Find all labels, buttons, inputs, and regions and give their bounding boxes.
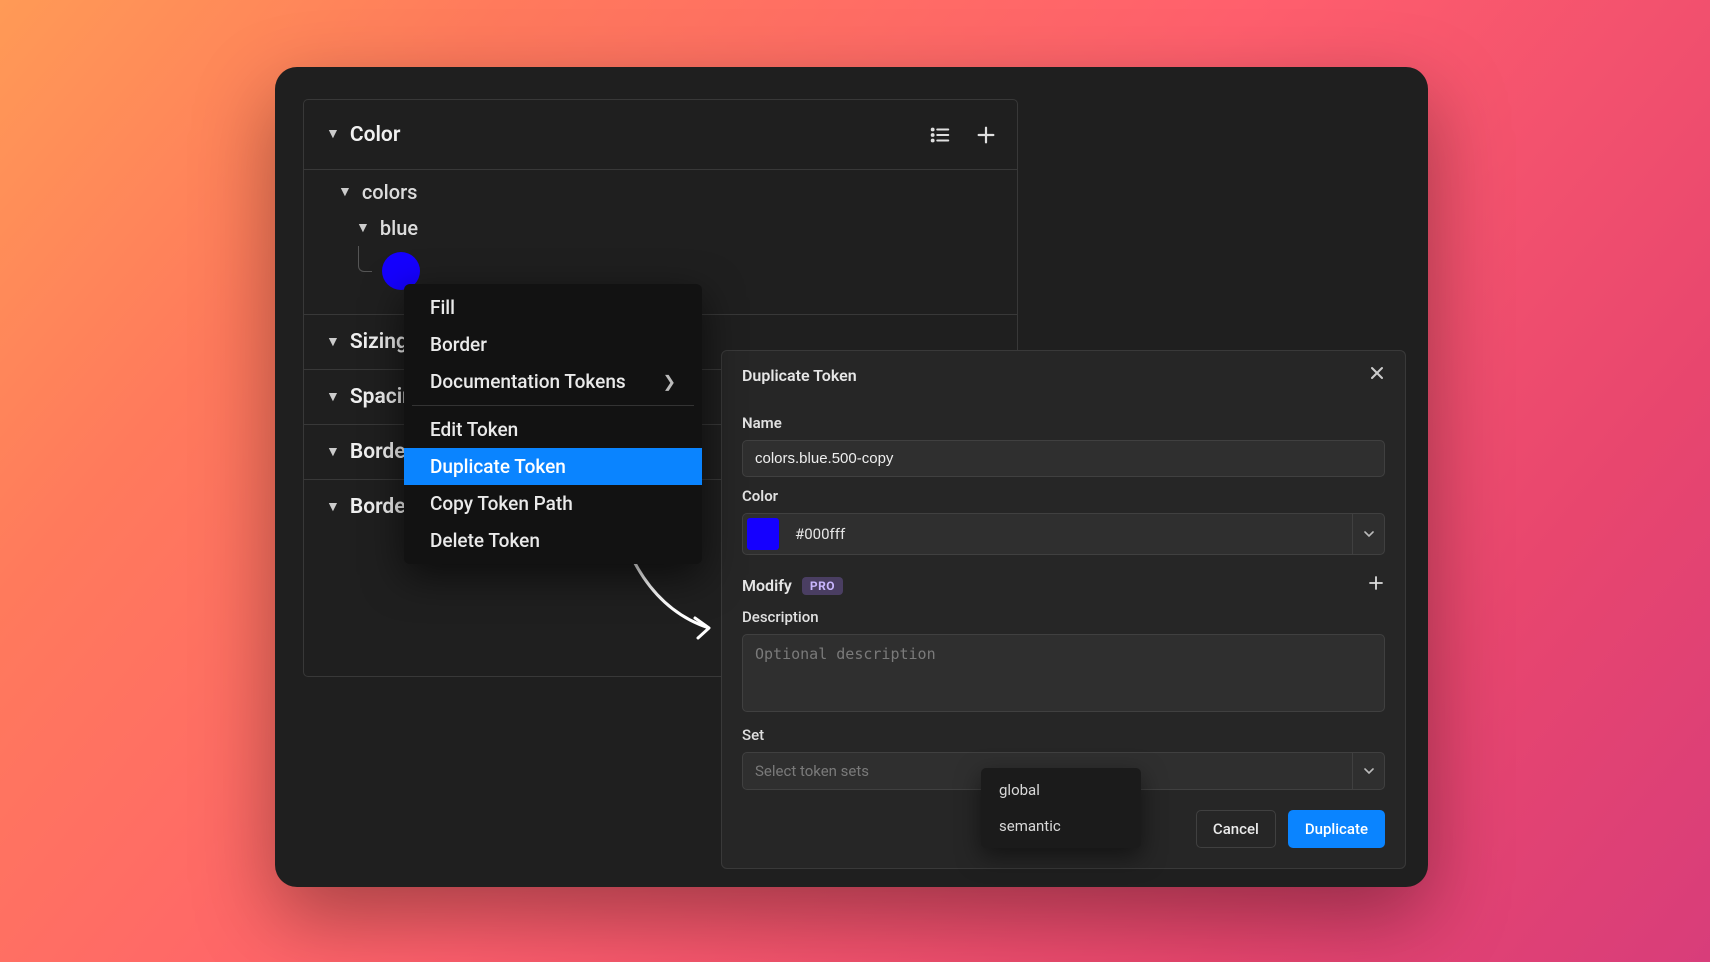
ctx-delete-token[interactable]: Delete Token (404, 522, 702, 559)
chevron-right-icon: ❯ (663, 372, 676, 391)
color-label: Color (742, 487, 1385, 505)
close-icon[interactable] (1369, 365, 1385, 386)
modify-label: Modify (742, 576, 792, 595)
tree-group-blue[interactable]: ▼ blue (326, 210, 995, 246)
modal-title: Duplicate Token (742, 366, 857, 385)
list-view-icon[interactable] (927, 122, 953, 148)
context-menu: Fill Border Documentation Tokens ❯ Edit … (404, 284, 702, 564)
section-label: Sizing (350, 330, 408, 354)
stage: ▼ Color ▼ colors ▼ blu (0, 0, 1710, 962)
color-value-input[interactable]: #000fff (783, 514, 1352, 554)
modify-label-group: Modify PRO (742, 576, 843, 595)
color-input-row: #000fff (742, 513, 1385, 555)
ctx-copy-token-path[interactable]: Copy Token Path (404, 485, 702, 522)
caret-down-icon: ▼ (338, 183, 352, 200)
ctx-edit-token[interactable]: Edit Token (404, 411, 702, 448)
caret-down-icon: ▼ (326, 125, 340, 142)
tree-group-label: colors (362, 180, 418, 204)
tree-branch-line (358, 246, 372, 272)
description-label: Description (742, 608, 1385, 626)
caret-down-icon: ▼ (326, 443, 340, 460)
pro-badge: PRO (802, 577, 843, 595)
tree-group-colors[interactable]: ▼ colors (326, 174, 995, 210)
modify-row: Modify PRO (742, 573, 1385, 598)
caret-down-icon: ▼ (356, 219, 370, 236)
panel-header-color[interactable]: ▼ Color (304, 100, 1017, 170)
modal-header: Duplicate Token (722, 351, 1405, 400)
name-label: Name (742, 414, 1385, 432)
add-icon[interactable] (973, 122, 999, 148)
set-options-popover: global semantic (981, 768, 1141, 848)
set-option-global[interactable]: global (981, 772, 1141, 808)
ctx-documentation-tokens[interactable]: Documentation Tokens ❯ (404, 363, 702, 400)
set-dropdown-toggle[interactable] (1352, 753, 1384, 789)
caret-down-icon: ▼ (326, 388, 340, 405)
ctx-duplicate-token[interactable]: Duplicate Token (404, 448, 702, 485)
add-modifier-button[interactable] (1367, 573, 1385, 598)
ctx-fill[interactable]: Fill (404, 289, 702, 326)
caret-down-icon: ▼ (326, 498, 340, 515)
tree-sub-label: blue (380, 216, 418, 240)
set-label: Set (742, 726, 1385, 744)
modal-body: Name Color #000fff Modify PRO Descrip (722, 400, 1405, 810)
set-option-semantic[interactable]: semantic (981, 808, 1141, 844)
color-chip[interactable] (747, 518, 779, 550)
description-input[interactable] (742, 634, 1385, 712)
name-input[interactable] (742, 440, 1385, 477)
panel-actions (927, 122, 999, 148)
cancel-button[interactable]: Cancel (1196, 810, 1276, 848)
separator (412, 405, 694, 406)
ctx-border[interactable]: Border (404, 326, 702, 363)
caret-down-icon: ▼ (326, 333, 340, 350)
color-dropdown-toggle[interactable] (1352, 514, 1384, 554)
panel-header-label: Color (350, 123, 401, 147)
duplicate-button[interactable]: Duplicate (1288, 810, 1385, 848)
